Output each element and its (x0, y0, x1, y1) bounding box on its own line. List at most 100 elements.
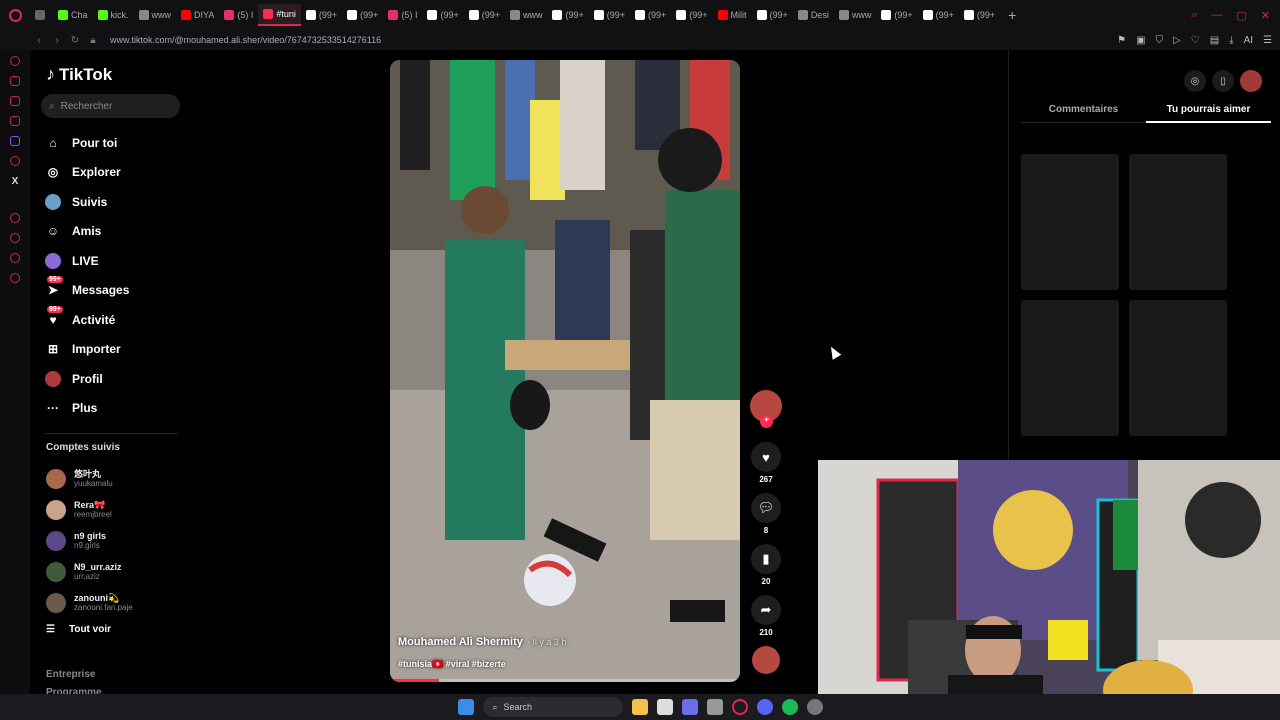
sidebar-player-icon[interactable] (10, 213, 20, 223)
browser-tab[interactable]: (99+ (301, 4, 342, 26)
nav-item-importer[interactable]: ⊞ Importer (44, 335, 184, 365)
like-button[interactable]: ♥ (751, 442, 781, 472)
tab-you-may-like[interactable]: Tu pourrais aimer (1146, 104, 1271, 123)
sidebar-workspace-icon[interactable] (10, 76, 20, 86)
see-all-button[interactable]: ☰ Tout voir (46, 624, 111, 635)
nav-item-suivis[interactable]: Suivis (44, 187, 184, 217)
user-avatar[interactable] (1240, 70, 1262, 92)
taskbar-search[interactable]: ⌕ Search (482, 697, 623, 717)
browser-tab[interactable]: DIYA (176, 4, 219, 26)
browser-tab[interactable]: (99+ (547, 4, 588, 26)
following-item[interactable]: zanouni💫 zanouni.fan.paje (46, 587, 186, 618)
suggested-video-placeholder[interactable] (1129, 154, 1227, 290)
ai-button[interactable]: AI (1244, 35, 1253, 46)
discord-icon[interactable] (756, 699, 773, 715)
opera-menu-button[interactable] (0, 0, 30, 30)
suggested-video-placeholder[interactable] (1021, 154, 1119, 290)
browser-tab[interactable]: kick. (93, 4, 134, 26)
browser-tab[interactable]: Milit (713, 4, 752, 26)
video-progress-bar[interactable] (390, 679, 740, 682)
file-explorer-icon[interactable] (631, 699, 648, 715)
browser-tab[interactable]: (99+ (876, 4, 917, 26)
back-button[interactable]: ‹ (30, 35, 48, 46)
nav-item-pour-toi[interactable]: ⌂ Pour toi (44, 128, 184, 158)
device-icon[interactable]: ▯ (1212, 70, 1234, 92)
following-item[interactable]: 悠叶丸 yuukamalu (46, 463, 186, 494)
follow-plus-icon[interactable]: + (760, 415, 773, 428)
sidebar-twitch-icon[interactable] (10, 136, 20, 146)
sidebar-messenger-icon[interactable] (10, 96, 20, 106)
browser-tab[interactable]: (99+ (630, 4, 671, 26)
browser-tab[interactable]: www (134, 4, 177, 26)
browser-tab[interactable]: (99+ (959, 4, 1000, 26)
download-icon[interactable]: ⤓ (1229, 35, 1233, 46)
bookmark-icon[interactable]: ⚑ (1117, 35, 1126, 46)
close-window-button[interactable]: ✕ (1261, 9, 1270, 22)
browser-tab[interactable] (30, 4, 53, 26)
sound-avatar[interactable] (752, 646, 780, 674)
browser-tab[interactable]: (99+ (589, 4, 630, 26)
browser-tab[interactable]: (99+ (752, 4, 793, 26)
following-item[interactable]: N9_urr.aziz urr.aziz (46, 556, 186, 587)
wallet-icon[interactable]: ▤ (1210, 35, 1219, 46)
tiktok-logo[interactable]: ♪ TikTok (46, 64, 112, 85)
sidebar-whatsapp-icon[interactable] (10, 116, 20, 126)
search-input[interactable]: ⌕ Rechercher (41, 94, 180, 118)
video-player[interactable]: Mouhamed Ali Shermity · Il y a 3 h #tuni… (390, 60, 740, 682)
sidebar-x-icon[interactable]: X (12, 176, 19, 187)
sidebar-aria-icon[interactable] (10, 56, 20, 66)
browser-tab[interactable]: (5) I (383, 4, 422, 26)
browser-tab[interactable]: (99+ (918, 4, 959, 26)
browser-tab[interactable]: (99+ (464, 4, 505, 26)
calculator-icon[interactable] (706, 699, 723, 715)
play-icon[interactable]: ▷ (1173, 35, 1181, 46)
browser-tab[interactable]: (99+ (422, 4, 463, 26)
menu-icon[interactable]: ☰ (1263, 35, 1272, 46)
reload-button[interactable]: ↻ (66, 35, 84, 46)
new-tab-button[interactable]: + (1000, 7, 1024, 23)
browser-tab[interactable]: www (834, 4, 877, 26)
browser-tab[interactable]: www (505, 4, 548, 26)
url-field[interactable]: www.tiktok.com/@mouhamed.ali.sher/video/… (110, 35, 381, 45)
browser-tab[interactable]: Desi (793, 4, 834, 26)
video-author[interactable]: Mouhamed Ali Shermity · Il y a 3 h (398, 636, 566, 648)
nav-item-activit-[interactable]: ♥ 99+ Activité (44, 305, 184, 335)
creator-avatar[interactable]: + (750, 390, 782, 428)
share-button[interactable]: ➦ (751, 595, 781, 625)
nav-item-profil[interactable]: Profil (44, 364, 184, 394)
nav-item-plus[interactable]: ··· Plus (44, 394, 184, 424)
windows-start-icon[interactable] (457, 699, 474, 715)
nav-item-explorer[interactable]: ◎ Explorer (44, 158, 184, 188)
copilot-icon[interactable] (681, 699, 698, 715)
sidebar-settings-icon[interactable] (10, 273, 20, 283)
video-hashtags[interactable]: #tunisia🇹🇳 #viral #bizerte (398, 659, 506, 670)
forward-button[interactable]: › (48, 35, 66, 46)
minimize-button[interactable]: — (1211, 9, 1222, 22)
comment-button[interactable]: 💬︎ (751, 493, 781, 523)
spotify-icon[interactable] (781, 699, 798, 715)
nav-item-amis[interactable]: ☺ Amis (44, 217, 184, 247)
steam-icon[interactable] (806, 699, 823, 715)
browser-tab[interactable]: (5) I (219, 4, 258, 26)
opera-gx-icon[interactable] (731, 699, 748, 715)
search-tabs-icon[interactable]: ⌕ (1191, 9, 1197, 22)
sidebar-music-icon[interactable] (10, 156, 20, 166)
browser-tab[interactable]: Cha (53, 4, 93, 26)
suggested-video-placeholder[interactable] (1129, 300, 1227, 436)
following-item[interactable]: Rera🎀 reemjbreel (46, 494, 186, 525)
sidebar-pinboard-icon[interactable] (10, 253, 20, 263)
suggested-video-placeholder[interactable] (1021, 300, 1119, 436)
snapshot-icon[interactable]: ▣ (1136, 35, 1145, 46)
store-icon[interactable] (656, 699, 673, 715)
nav-item-messages[interactable]: ➤ 99+ Messages (44, 276, 184, 306)
nav-item-live[interactable]: LIVE (44, 246, 184, 276)
sidebar-history-icon[interactable] (10, 233, 20, 243)
compass-icon[interactable]: ◎ (1184, 70, 1206, 92)
following-item[interactable]: n9 girls n9.girls (46, 525, 186, 556)
browser-tab[interactable]: (99+ (671, 4, 712, 26)
browser-tab[interactable]: (99+ (342, 4, 383, 26)
footer-link-entreprise[interactable]: Entreprise (46, 666, 102, 684)
shield-icon[interactable]: ⛉ (1156, 35, 1164, 46)
tab-comments[interactable]: Commentaires (1021, 104, 1146, 123)
save-button[interactable]: ▮ (751, 544, 781, 574)
